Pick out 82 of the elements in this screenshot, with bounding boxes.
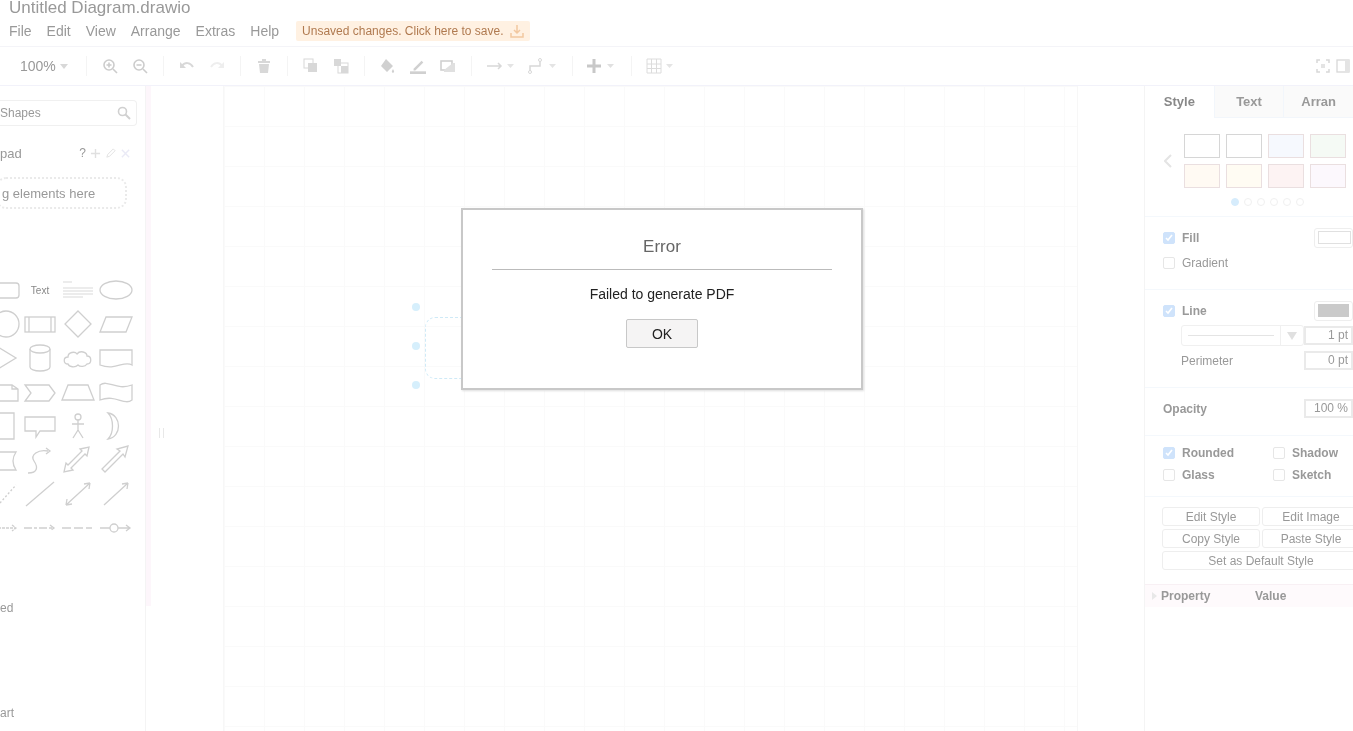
- scratchpad-title[interactable]: pad: [0, 145, 80, 161]
- option-checkbox[interactable]: [1163, 447, 1175, 459]
- perimeter-field[interactable]: 0 pt: [1304, 351, 1353, 370]
- style-swatch[interactable]: [1226, 164, 1262, 188]
- style-button[interactable]: Copy Style: [1162, 529, 1260, 548]
- sidebar-section[interactable]: art: [0, 706, 14, 720]
- text-shape[interactable]: Text: [30, 284, 50, 296]
- menu-item[interactable]: View: [85, 23, 116, 39]
- option-label: Rounded: [1182, 446, 1234, 460]
- opacity-field[interactable]: 100 %: [1304, 399, 1353, 418]
- caret-icon: [59, 63, 68, 69]
- delete-icon[interactable]: [255, 58, 272, 74]
- style-swatch[interactable]: [1310, 164, 1346, 188]
- style-button[interactable]: Edit Image: [1262, 507, 1353, 526]
- option-label: Sketch: [1292, 468, 1332, 482]
- column-header: Value: [1255, 589, 1288, 603]
- format-tab[interactable]: Arran: [1283, 86, 1353, 118]
- menu-item[interactable]: Edit: [46, 23, 71, 39]
- caret-icon: [1287, 331, 1298, 340]
- save-notice-button[interactable]: Unsaved changes. Click here to save.: [296, 21, 530, 41]
- zoom-out-icon[interactable]: [131, 58, 148, 74]
- option-label: Shadow: [1292, 446, 1338, 460]
- table-icon[interactable]: [645, 58, 676, 74]
- style-swatch[interactable]: [1268, 164, 1304, 188]
- add-icon[interactable]: [90, 147, 101, 159]
- ok-button[interactable]: OK: [626, 319, 698, 348]
- dialog-title: Error: [643, 237, 681, 257]
- perimeter-label: Perimeter: [1181, 353, 1233, 368]
- style-swatch[interactable]: [1226, 134, 1262, 158]
- insert-plus-icon[interactable]: [586, 58, 617, 74]
- to-back-icon[interactable]: [332, 58, 349, 74]
- page-dot[interactable]: [1231, 198, 1239, 206]
- style-button[interactable]: Paste Style: [1262, 529, 1353, 548]
- menu-item[interactable]: Arrange: [130, 23, 181, 39]
- resize-handle[interactable]: [412, 342, 420, 350]
- format-panel-icon[interactable]: [1336, 59, 1350, 73]
- column-header: Property: [1161, 589, 1212, 603]
- waypoint-icon[interactable]: [527, 58, 558, 74]
- gradient-label: Gradient: [1182, 255, 1229, 270]
- style-swatch[interactable]: [1268, 134, 1304, 158]
- to-front-icon[interactable]: [302, 58, 319, 74]
- edit-icon[interactable]: [105, 147, 116, 159]
- menu-item[interactable]: Help: [250, 23, 280, 39]
- window-title: Untitled Diagram.drawio: [9, 0, 191, 16]
- fill-color-icon[interactable]: [379, 58, 396, 74]
- sidebar-section[interactable]: ed: [0, 601, 14, 615]
- help-link[interactable]: ?: [79, 146, 86, 160]
- line-color-icon[interactable]: [409, 58, 426, 74]
- option-checkbox[interactable]: [1163, 469, 1175, 481]
- line-label: Line: [1182, 303, 1207, 318]
- format-tab[interactable]: Text: [1213, 86, 1284, 118]
- option-checkbox[interactable]: [1273, 469, 1285, 481]
- error-message: Failed to generate PDF: [589, 286, 735, 302]
- line-width-field[interactable]: 1 pt: [1304, 326, 1353, 345]
- style-swatch[interactable]: [1310, 134, 1346, 158]
- fullscreen-icon[interactable]: [1316, 59, 1330, 73]
- option-checkbox[interactable]: [1273, 447, 1285, 459]
- menu-item[interactable]: Extras: [195, 23, 236, 39]
- search-icon: [117, 106, 131, 120]
- fill-checkbox[interactable]: [1163, 231, 1175, 244]
- chevron-left-icon[interactable]: [1164, 154, 1172, 168]
- zoom-in-icon[interactable]: [101, 58, 118, 74]
- line-checkbox[interactable]: [1163, 304, 1175, 317]
- style-swatch[interactable]: [1184, 164, 1220, 188]
- set-default-style-button[interactable]: Set as Default Style: [1162, 551, 1353, 570]
- download-icon: [509, 24, 524, 38]
- line-style-dropdown[interactable]: [1181, 325, 1305, 346]
- zoom-dropdown[interactable]: 100%: [10, 58, 60, 74]
- menu-item[interactable]: File: [9, 23, 32, 39]
- resize-handle[interactable]: [412, 381, 420, 389]
- drop-hint: g elements here: [2, 185, 96, 201]
- opacity-label: Opacity: [1163, 401, 1207, 416]
- fill-color-button[interactable]: [1314, 227, 1353, 248]
- style-button[interactable]: Edit Style: [1162, 507, 1260, 526]
- shadow-icon[interactable]: [439, 58, 456, 74]
- search-field[interactable]: Shapes: [0, 100, 137, 126]
- resize-handle[interactable]: [412, 303, 420, 311]
- gradient-checkbox[interactable]: [1163, 256, 1175, 269]
- fill-label: Fill: [1182, 230, 1200, 245]
- line-color-button[interactable]: [1314, 300, 1353, 321]
- style-swatch[interactable]: [1184, 134, 1220, 158]
- option-label: Glass: [1182, 468, 1215, 482]
